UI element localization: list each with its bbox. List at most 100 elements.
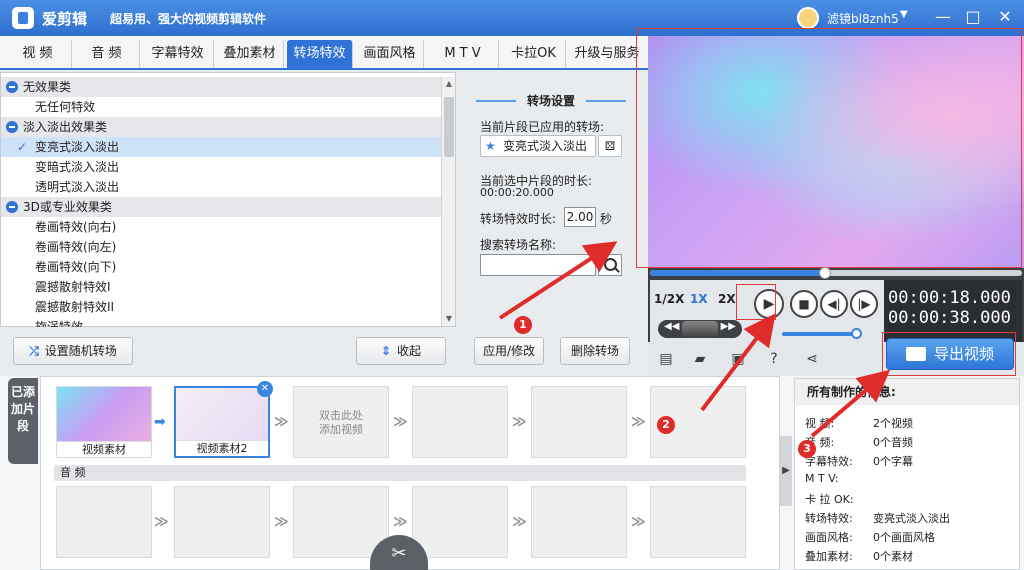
added-clips-side-tab[interactable]: 已添加片段: [8, 378, 38, 464]
effect-item[interactable]: 卷画特效(向左): [1, 237, 441, 257]
info-row: M T V:: [805, 472, 839, 485]
share-icon[interactable]: ⋖: [802, 349, 822, 369]
category-row[interactable]: 淡入淡出效果类: [1, 117, 441, 137]
transition-arrow-icon[interactable]: ≫: [512, 414, 527, 430]
info-row: 叠加素材: 0个素材: [805, 550, 913, 563]
dice-icon[interactable]: ⚄: [598, 135, 622, 157]
volume-knob[interactable]: [850, 328, 862, 339]
collapse-button[interactable]: ⇕ 收起: [356, 337, 446, 365]
progress-knob[interactable]: [818, 267, 831, 279]
tab-mtv[interactable]: M T V: [427, 40, 499, 68]
info-row: 画面风格: 0个画面风格: [805, 531, 935, 544]
tab-overlay-material[interactable]: 叠加素材: [216, 40, 284, 68]
tab-subtitle-effects[interactable]: 字幕特效: [142, 40, 214, 68]
save-icon[interactable]: ▣: [728, 349, 748, 369]
clip-thumbnail-selected[interactable]: 视频素材2: [174, 386, 270, 458]
volume-icon[interactable]: 🔈: [762, 324, 776, 337]
scrollbar-thumb[interactable]: [444, 97, 454, 157]
clip-thumbnail[interactable]: 视频素材: [56, 386, 152, 458]
speed-double[interactable]: 2X: [718, 292, 736, 306]
search-transition-input[interactable]: [480, 254, 596, 276]
effect-item-selected[interactable]: ✓ 变亮式淡入淡出: [1, 137, 441, 157]
collapse-icon[interactable]: [6, 81, 18, 93]
transition-arrow-icon[interactable]: ≫: [274, 414, 289, 430]
apply-modify-button[interactable]: 应用/修改: [474, 337, 544, 365]
transition-arrow-icon[interactable]: ➡: [154, 414, 166, 430]
annotation-badge-2: 2: [657, 416, 675, 434]
transition-arrow-icon[interactable]: ≫: [631, 414, 646, 430]
audio-track-label: 音 频: [54, 465, 746, 481]
maximize-button[interactable]: □: [960, 6, 986, 28]
effect-item[interactable]: 变暗式淡入淡出: [1, 157, 441, 177]
effects-scrollbar[interactable]: ▲ ▼: [441, 77, 455, 326]
annotation-box-export: [882, 332, 1016, 376]
empty-audio-slot[interactable]: [174, 486, 270, 558]
next-frame-button[interactable]: |▶: [850, 290, 878, 318]
scroll-up-icon[interactable]: ▲: [442, 77, 456, 91]
rewind-icon[interactable]: ◀◀: [664, 321, 679, 332]
player-controls: 1/2X 1X 2X ◀◀ ▶▶ ▶ ■ ◀| |▶ 🔈 00:00:18.00…: [648, 267, 1024, 342]
add-video-slot[interactable]: 双击此处 添加视频: [293, 386, 389, 458]
divider: [586, 100, 626, 102]
transition-arrow-icon: ≫: [154, 514, 169, 530]
empty-clip-slot[interactable]: [412, 386, 508, 458]
chevron-down-icon[interactable]: ▼: [900, 9, 908, 20]
collapse-info-panel-icon[interactable]: ▶: [780, 436, 792, 506]
tab-karaoke[interactable]: 卡拉OK: [502, 40, 566, 68]
tab-audio[interactable]: 音 频: [74, 40, 140, 68]
volume-slider[interactable]: [782, 328, 862, 339]
effect-duration-input[interactable]: 2.00: [564, 207, 596, 227]
minimize-button[interactable]: —: [930, 6, 956, 28]
applied-transition-button[interactable]: ★ 变亮式淡入淡出: [480, 135, 596, 157]
playback-progress-bar[interactable]: [650, 267, 1022, 279]
speed-normal[interactable]: 1X: [690, 292, 708, 306]
effect-item[interactable]: 震撼散射特效II: [1, 297, 441, 317]
tab-transition-effects[interactable]: 转场特效: [287, 40, 353, 68]
speed-half[interactable]: 1/2X: [654, 292, 684, 306]
empty-audio-slot[interactable]: [412, 486, 508, 558]
transition-arrow-icon: ≫: [393, 514, 408, 530]
stop-button[interactable]: ■: [790, 290, 818, 318]
effect-item[interactable]: 卷画特效(向下): [1, 257, 441, 277]
help-icon[interactable]: ?: [764, 349, 784, 369]
new-project-icon[interactable]: ▤: [656, 349, 676, 369]
category-row[interactable]: 3D或专业效果类: [1, 197, 441, 217]
transition-effects-list-panel: 无效果类 无任何特效 淡入淡出效果类 ✓ 变亮式淡入淡出 变暗式淡入淡出 透明式淡…: [0, 72, 456, 327]
effect-item[interactable]: 旋涡特效: [1, 317, 441, 327]
jog-wheel[interactable]: ◀◀ ▶▶: [658, 320, 742, 338]
delete-transition-button[interactable]: 删除转场: [560, 337, 630, 365]
user-avatar-icon[interactable]: [797, 7, 819, 29]
collapse-icon[interactable]: [6, 121, 18, 133]
jog-wheel-knob[interactable]: [682, 321, 718, 337]
effect-item[interactable]: 透明式淡入淡出: [1, 177, 441, 197]
project-info-panel: 所有制作的信息: 视 频: 2个视频 音 频: 0个音频 字幕特效: 0个字幕 M T…: [794, 378, 1020, 570]
total-time: 00:00:38.000: [888, 308, 1011, 328]
tab-picture-style[interactable]: 画面风格: [356, 40, 424, 68]
open-folder-icon[interactable]: ▰: [690, 349, 710, 369]
transition-arrow-icon[interactable]: ≫: [393, 414, 408, 430]
fast-forward-icon[interactable]: ▶▶: [721, 321, 736, 332]
tab-video[interactable]: 视 频: [4, 40, 72, 68]
effect-item[interactable]: 卷画特效(向右): [1, 217, 441, 237]
collapse-icon[interactable]: [6, 201, 18, 213]
previous-frame-button[interactable]: ◀|: [820, 290, 848, 318]
info-title: 所有制作的信息:: [795, 379, 1019, 405]
search-icon[interactable]: [598, 254, 622, 276]
empty-clip-slot[interactable]: [531, 386, 627, 458]
empty-audio-slot[interactable]: [650, 486, 746, 558]
main-tab-bar: 视 频 音 频 字幕特效 叠加素材 转场特效 画面风格 M T V 卡拉OK 升…: [0, 36, 648, 70]
effect-item[interactable]: 无任何特效: [1, 97, 441, 117]
effect-duration-label: 转场特效时长:: [480, 212, 557, 226]
effect-item[interactable]: 震撼散射特效I: [1, 277, 441, 297]
empty-audio-slot[interactable]: [56, 486, 152, 558]
empty-audio-slot[interactable]: [531, 486, 627, 558]
user-name[interactable]: 滤镜bl8znh5: [827, 10, 899, 27]
close-button[interactable]: ✕: [992, 6, 1018, 28]
category-row[interactable]: 无效果类: [1, 77, 441, 97]
scroll-down-icon[interactable]: ▼: [442, 312, 456, 326]
effect-item-label: 变亮式淡入淡出: [35, 140, 120, 154]
remove-clip-icon[interactable]: ✕: [257, 381, 273, 397]
random-transition-button[interactable]: ⤮ 设置随机转场: [13, 337, 133, 365]
seconds-unit: 秒: [600, 212, 613, 226]
tab-upgrade-service[interactable]: 升级与服务: [568, 40, 646, 68]
